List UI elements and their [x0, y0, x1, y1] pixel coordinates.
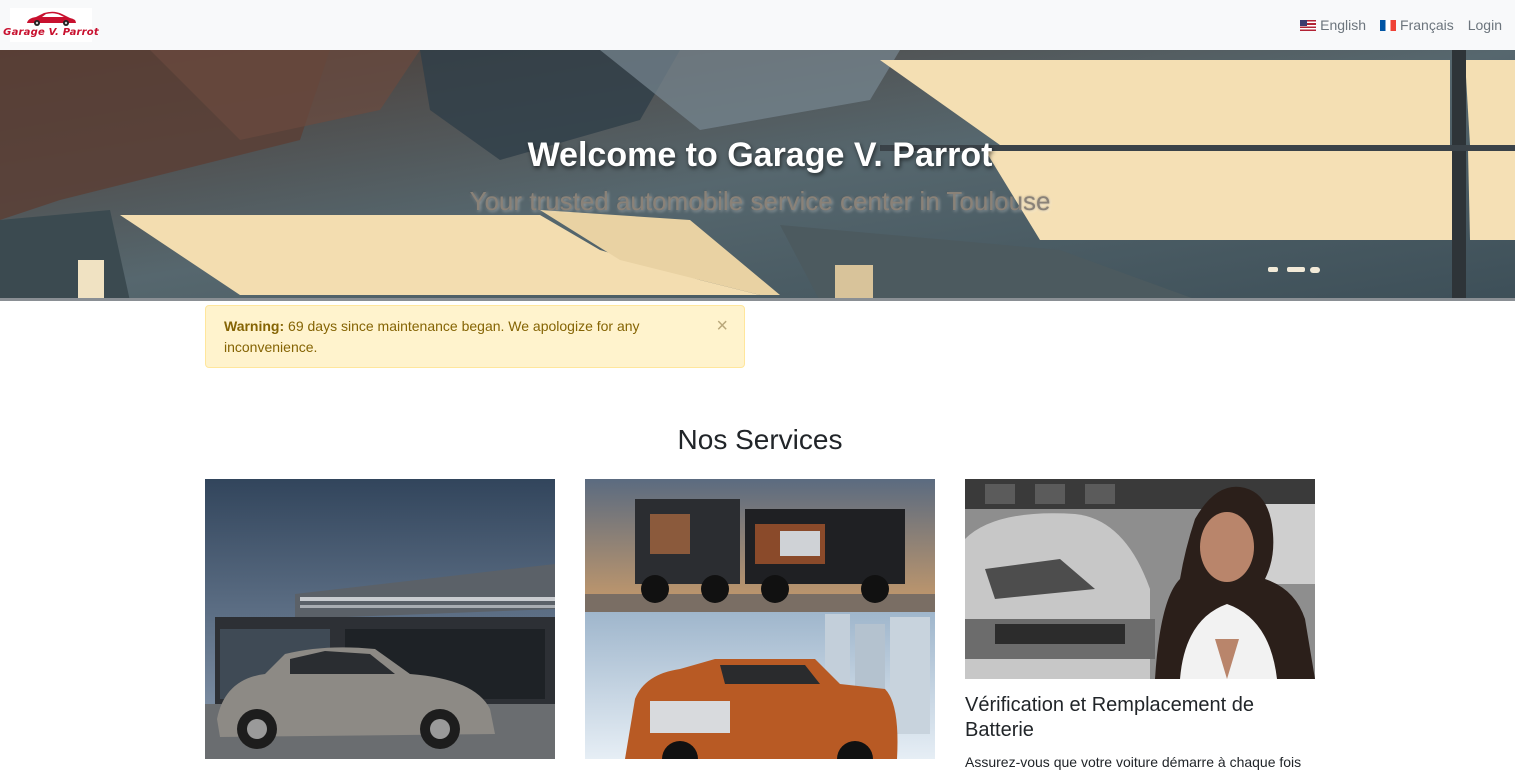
language-french-link[interactable]: Français [1380, 17, 1454, 33]
service-description: Assurez-vous que votre voiture démarre à… [965, 754, 1302, 770]
login-link[interactable]: Login [1468, 17, 1502, 33]
service-card-2 [585, 479, 935, 764]
francais-label: Français [1400, 17, 1454, 33]
service-card-1 [205, 479, 555, 764]
service-card-3: Vérification et Remplacement de Batterie… [965, 479, 1315, 772]
hero-title: Welcome to Garage V. Parrot [527, 136, 993, 174]
service-image-trucks [585, 479, 935, 764]
language-english-link[interactable]: English [1300, 17, 1366, 33]
english-label: English [1320, 17, 1367, 33]
fr-flag-icon [1380, 19, 1397, 31]
navbar: Garage V. Parrot English Français Login [0, 0, 1515, 50]
services-heading: Nos Services [677, 424, 843, 455]
hero-banner: Welcome to Garage V. Parrot Your trusted… [0, 50, 1515, 301]
us-flag-icon [1300, 19, 1317, 31]
service-image-battery [965, 479, 1315, 679]
service-title: Vérification et Remplacement de Batterie [965, 694, 1255, 741]
nav-links: English Français Login [1300, 17, 1502, 33]
alert-label: Warning: [224, 318, 285, 334]
car-logo-icon [27, 11, 76, 26]
hero-background-image [0, 50, 1515, 298]
maintenance-warning-alert: Warning: 69 days since maintenance began… [205, 305, 745, 368]
brand-logo[interactable]: Garage V. Parrot [3, 8, 99, 42]
close-icon[interactable]: × [716, 316, 728, 336]
hero-subtitle: Your trusted automobile service center i… [469, 186, 1051, 216]
brand-text: Garage V. Parrot [3, 27, 99, 38]
service-image-garage [205, 479, 555, 764]
alert-message: 69 days since maintenance began. We apol… [224, 318, 640, 355]
